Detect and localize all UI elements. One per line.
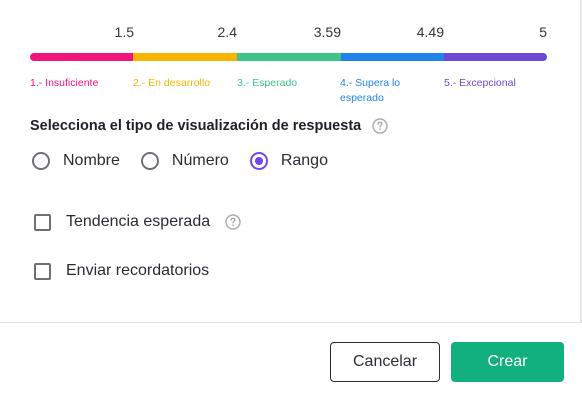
scale-segment-2 <box>133 53 237 61</box>
trend-checkbox[interactable] <box>34 213 51 231</box>
rating-scale: 1.5 2.4 3.59 4.49 5 1.- Insuficiente 2.-… <box>30 0 547 110</box>
level-label-1: 1.- Insuficiente <box>30 77 99 89</box>
radio-button-rango[interactable] <box>249 152 268 170</box>
trend-checkbox-label: Tendencia esperada <box>66 213 211 230</box>
trend-checkbox-row[interactable]: Tendencia esperada <box>34 213 241 231</box>
radio-rango[interactable]: Rango <box>249 152 328 170</box>
visualization-section-title: Selecciona el tipo de visualización de r… <box>30 118 388 134</box>
visualization-radio-group: Nombre Número Rango <box>32 152 349 170</box>
scale-segment-4 <box>341 53 444 61</box>
scale-segment-3 <box>237 53 341 61</box>
scale-tick: 3.59 <box>313 24 341 40</box>
level-label-2: 2.- En desarrollo <box>133 77 211 89</box>
create-button[interactable]: Crear <box>451 342 564 382</box>
level-label-4: 4.- Supera lo esperado <box>340 77 401 104</box>
cancel-button[interactable]: Cancelar <box>330 342 440 382</box>
radio-label-rango: Rango <box>280 152 328 169</box>
scale-segment-5 <box>444 53 547 61</box>
radio-label-nombre: Nombre <box>63 152 120 169</box>
visualization-title-text: Selecciona el tipo de visualización de r… <box>30 118 362 134</box>
question-circle-icon[interactable] <box>225 214 241 230</box>
footer-divider <box>0 322 582 323</box>
level-label-5: 5.- Excepcional <box>444 77 516 89</box>
scale-color-bar <box>30 53 547 61</box>
scale-tick: 2.4 <box>217 24 237 40</box>
reminders-checkbox[interactable] <box>34 262 51 280</box>
radio-nombre[interactable]: Nombre <box>32 152 120 170</box>
scale-tick: 1.5 <box>114 24 134 40</box>
scale-tick: 5 <box>539 24 547 40</box>
reminders-checkbox-row[interactable]: Enviar recordatorios <box>34 262 209 280</box>
radio-button-numero[interactable] <box>140 152 159 170</box>
level-label-3: 3.- Esperado <box>237 77 298 89</box>
reminders-checkbox-label: Enviar recordatorios <box>66 262 210 279</box>
scale-segment-1 <box>30 53 133 61</box>
scale-tick: 4.49 <box>416 24 444 40</box>
question-circle-icon[interactable] <box>372 118 388 134</box>
radio-label-numero: Número <box>171 152 229 169</box>
radio-numero[interactable]: Número <box>140 152 229 170</box>
radio-button-nombre[interactable] <box>32 152 50 170</box>
